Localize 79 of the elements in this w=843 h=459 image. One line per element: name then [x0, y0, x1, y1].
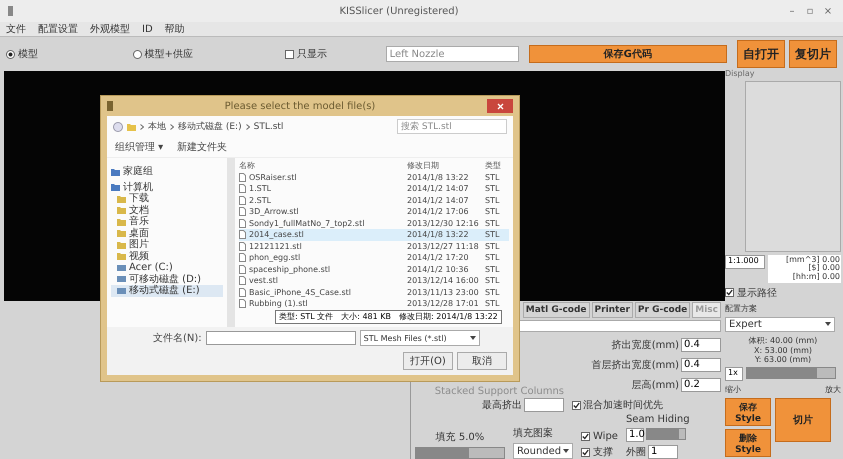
file-name: Sondy1_fullMatNo_7_top2.stl	[249, 218, 364, 228]
file-name: 1.STL	[249, 184, 272, 194]
checkbox-label: 只显示	[296, 48, 327, 61]
file-type: STL	[485, 276, 500, 286]
nav-label: 文档	[129, 204, 149, 216]
setting-label: Stacked Support Columns	[434, 386, 564, 397]
file-type: STL	[485, 184, 500, 194]
checkbox-label: Wipe	[593, 431, 618, 442]
checkbox-label: 支撑	[593, 446, 613, 459]
file-name: Rubbing (1).stl	[249, 299, 308, 308]
setting-label: 挤出宽度(mm)	[612, 338, 679, 352]
nav-label: 可移动磁盘 (D:)	[129, 274, 202, 284]
file-type: STL	[485, 242, 500, 251]
file-name: Basic_iPhone_4S_Case.stl	[249, 288, 351, 297]
file-date: 2013/12/14 16:00	[407, 276, 480, 286]
checkbox-label: 显示路径	[737, 286, 777, 300]
file-name: phon_egg.stl	[249, 253, 300, 262]
zoom-label: 放大	[825, 384, 841, 395]
setting-label: 最高挤出	[482, 398, 522, 412]
file-type: STL	[485, 288, 500, 297]
nav-label: 移动式磁盘 (E:)	[129, 285, 200, 296]
filename-label: 文件名(N):	[153, 332, 202, 345]
file-type: STL	[485, 196, 500, 205]
nav-label: 图片	[129, 239, 149, 250]
file-type: STL	[485, 230, 500, 240]
file-type: STL	[485, 218, 500, 228]
nav-label: 计算机	[123, 182, 153, 192]
file-date: 2014/1/2 10:36	[407, 264, 470, 274]
profile-label: 配置方案	[725, 302, 758, 314]
file-type: STL	[485, 253, 500, 262]
file-date: 2014/1/2 17:06	[407, 207, 470, 216]
nav-label: 音乐	[129, 216, 149, 228]
infill-label: 填充 5.0%	[436, 430, 484, 444]
nav-label: 家庭组	[123, 166, 153, 178]
file-type: STL	[485, 264, 500, 274]
nav-label: 桌面	[129, 228, 149, 238]
file-type: STL	[485, 207, 500, 216]
info-text: Y: 63.00 (mm)	[754, 355, 812, 364]
setting-label: 外圈	[626, 446, 646, 459]
file-date: 2014/1/8 13:22	[407, 230, 470, 240]
file-date: 2013/12/27 11:18	[407, 242, 480, 251]
file-type: STL	[485, 299, 500, 308]
nav-label: Acer (C:)	[129, 262, 173, 274]
setting-label: 首层挤出宽度(mm)	[592, 358, 679, 372]
window-title: KISSlicer (Unregistered)	[338, 6, 460, 16]
nav-label: 下载	[129, 193, 149, 204]
nav-label: 视频	[129, 250, 149, 262]
file-date: 2014/1/2 14:07	[407, 184, 470, 194]
checkbox-label: 混合加速时间优先	[583, 398, 663, 412]
file-date: 2013/12/28 17:01	[407, 299, 480, 308]
tooltip-text: 大小: 481 KB	[341, 312, 391, 322]
tooltip-text: 类型: STL 文件	[279, 312, 334, 322]
file-name: spaceship_phone.stl	[249, 264, 330, 274]
info-text: 体积: 40.00 (mm)	[748, 335, 818, 346]
radio-label: 模型	[18, 48, 38, 61]
radio-label: 模型+供应	[144, 48, 193, 61]
readout-text: [mm^3] 0.00	[785, 256, 840, 264]
setting-label: 层高(mm)	[632, 378, 679, 392]
zoom-label: 缩小	[725, 384, 741, 395]
file-name: OSRaiser.stl	[249, 172, 297, 182]
file-name: 2014_case.stl	[249, 230, 304, 240]
file-date: 2014/1/8 13:22	[407, 172, 470, 182]
info-text: X: 53.00 (mm)	[754, 346, 812, 355]
file-name: 12121121.stl	[249, 242, 302, 251]
file-date: 2014/1/2 14:07	[407, 196, 470, 205]
preview-label: Display	[725, 69, 756, 78]
seam-label: Seam Hiding	[626, 414, 690, 425]
readout-text: [$] 0.00	[808, 264, 840, 273]
file-date: 2013/11/13 23:00	[407, 288, 480, 297]
file-type: STL	[485, 172, 500, 182]
file-name: 3D_Arrow.stl	[249, 207, 299, 216]
pattern-label: 填充图案	[513, 426, 554, 440]
file-name: 2.STL	[249, 196, 272, 205]
tooltip-text: 修改日期: 2014/1/8 13:22	[399, 312, 498, 322]
file-date: 2014/1/2 17:20	[407, 253, 470, 262]
file-date: 2013/12/30 12:16	[407, 218, 480, 228]
readout-text: [hh:m] 0.00	[792, 273, 840, 282]
file-name: vest.stl	[249, 276, 278, 286]
dialog-title: Please select the model file(s)	[224, 100, 376, 112]
